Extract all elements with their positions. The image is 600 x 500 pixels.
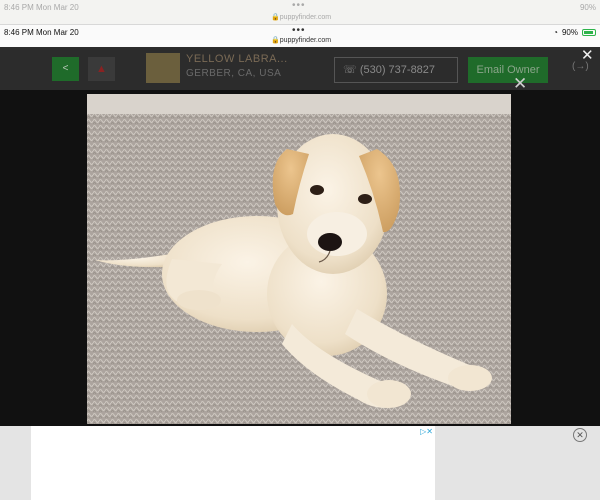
status-time: 8:46 PM [4,28,34,37]
puppy-photo [87,94,511,424]
ad-close-icon[interactable]: ✕ [573,428,587,442]
more-icon[interactable]: ••• [292,25,306,36]
listing-header: < ▲ YELLOW LABRA... GERBER, CA, USA ☏ (5… [0,47,600,90]
ghost-battery: 90% [579,3,596,12]
close-icon[interactable]: ✕ [581,48,594,64]
status-bar: 8:46 PM Mon Mar 20 ••• 🔒puppyfinder.com … [0,25,600,47]
close-lightbox-icon[interactable]: ✕ [513,75,527,92]
listing-location: GERBER, CA, USA [186,68,282,79]
ghost-more-icon: ••• [292,0,306,11]
email-owner-button[interactable]: Email Owner [468,57,548,83]
ad-choices-icon[interactable]: ▷✕ [420,427,433,436]
share-button[interactable]: < [52,57,79,81]
address-url[interactable]: 🔒puppyfinder.com [271,36,331,44]
screen: 8:46 PM Mon Mar 20 ••• 🔒puppyfinder.com … [0,0,600,500]
warning-icon: ▲ [96,63,107,75]
battery-percent: 90% [561,28,578,37]
share-icon: < [62,63,69,74]
battery-icon [582,29,596,36]
listing-title[interactable]: YELLOW LABRA... [186,53,288,65]
ghost-time: 8:46 PM [4,3,34,12]
phone-button[interactable]: ☏ (530) 737-8827 [334,57,458,83]
phone-icon: ☏ [343,64,360,76]
ghost-status-bar: 8:46 PM Mon Mar 20 ••• 🔒puppyfinder.com … [0,0,600,24]
report-button[interactable]: ▲ [88,57,115,81]
ad-banner[interactable]: ▷✕ [31,426,435,500]
battery-status: ◔ 90% [553,28,596,37]
listing-thumbnail[interactable] [146,53,180,83]
wifi-icon: ◔ [553,28,558,37]
status-date: Mon Mar 20 [36,28,79,37]
ghost-date: Mon Mar 20 [36,3,79,12]
ghost-url: 🔒puppyfinder.com [271,14,332,21]
